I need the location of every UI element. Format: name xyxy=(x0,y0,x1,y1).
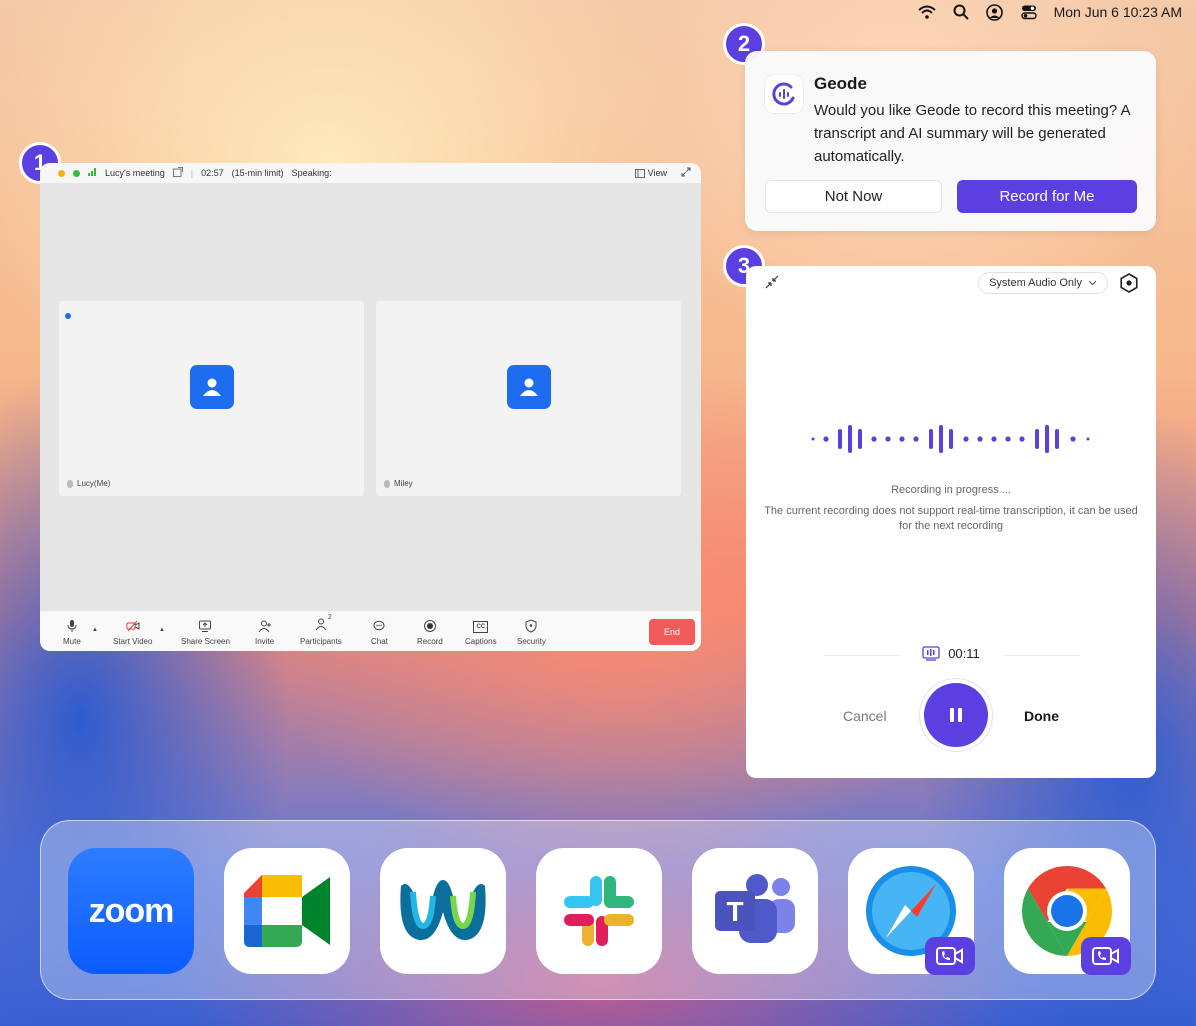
dock-app-safari[interactable] xyxy=(848,848,975,975)
zoom-meeting-window: Lucy's meeting | 02:57 (15-min limit) Sp… xyxy=(40,163,701,651)
done-button[interactable]: Done xyxy=(1024,708,1059,724)
minimize-dot[interactable] xyxy=(58,169,65,177)
search-icon[interactable] xyxy=(952,3,970,21)
user-circle-icon[interactable] xyxy=(986,3,1004,21)
geode-recorder-panel: System Audio Only Recording in progress … xyxy=(746,266,1156,778)
video-phone-icon xyxy=(936,947,963,965)
dock-app-google-meet[interactable] xyxy=(224,848,350,974)
not-now-button[interactable]: Not Now xyxy=(765,180,942,213)
dock-app-webex[interactable] xyxy=(380,848,506,974)
view-button[interactable]: View xyxy=(634,168,667,178)
pause-icon xyxy=(950,708,954,722)
video-call-badge xyxy=(925,937,975,975)
record-button[interactable]: Record xyxy=(417,619,443,646)
view-label: View xyxy=(647,168,667,178)
screen-record-icon xyxy=(922,646,940,661)
recording-note: The current recording does not support r… xyxy=(764,505,1138,532)
avatar xyxy=(190,365,234,409)
menubar-clock: Mon Jun 6 10:23 AM xyxy=(1053,4,1182,20)
speaking-label: Speaking: xyxy=(291,168,332,178)
mute-button[interactable]: Mute xyxy=(63,619,81,646)
video-call-badge xyxy=(1081,937,1131,975)
fullscreen-icon[interactable] xyxy=(681,167,691,179)
menu-bar: Mon Jun 6 10:23 AM xyxy=(0,0,1196,24)
invite-button[interactable]: Invite xyxy=(255,619,274,646)
zoom-title-bar: Lucy's meeting | 02:57 (15-min limit) Sp… xyxy=(40,163,701,183)
audio-waveform xyxy=(811,425,1090,453)
notification-message: Would you like Geode to record this meet… xyxy=(814,102,1130,165)
video-off-icon xyxy=(126,620,140,632)
dock: zoom T xyxy=(40,820,1156,1000)
video-phone-icon xyxy=(1092,947,1119,965)
dock-app-chrome[interactable] xyxy=(1004,848,1131,975)
video-options-caret[interactable]: ▲ xyxy=(159,627,165,633)
participant-tile-miley[interactable]: Miley xyxy=(376,301,681,496)
chat-icon xyxy=(373,620,385,631)
shield-icon xyxy=(525,619,537,633)
participant-name: Miley xyxy=(384,479,413,488)
microsoft-teams-icon: T xyxy=(715,874,795,943)
record-icon xyxy=(423,620,436,632)
chevron-down-icon xyxy=(1088,280,1097,286)
invite-icon xyxy=(258,620,271,633)
geode-logo-icon xyxy=(765,75,803,113)
dock-app-slack[interactable] xyxy=(536,848,662,974)
audio-source-value: System Audio Only xyxy=(989,277,1082,289)
record-for-me-button[interactable]: Record for Me xyxy=(957,180,1137,213)
view-icon xyxy=(634,168,645,178)
zoom-dot[interactable] xyxy=(73,169,80,177)
svg-text:T: T xyxy=(726,896,743,927)
recording-status: Recording in progress ... xyxy=(891,484,1011,496)
slack-icon xyxy=(564,876,634,946)
control-center-icon[interactable] xyxy=(1020,3,1038,21)
collapse-icon[interactable] xyxy=(764,274,780,290)
meeting-elapsed: 02:57 xyxy=(201,168,224,178)
mic-muted-icon xyxy=(67,479,73,488)
recording-timer: 00:11 xyxy=(746,646,1156,661)
geode-notification: Geode Would you like Geode to record thi… xyxy=(745,51,1156,231)
webex-icon xyxy=(400,880,486,941)
avatar xyxy=(507,365,551,409)
captions-icon: CC xyxy=(473,621,489,633)
dock-app-microsoft-teams[interactable]: T xyxy=(692,848,818,974)
pause-button[interactable] xyxy=(924,683,988,747)
captions-button[interactable]: CC Captions xyxy=(465,621,497,646)
end-meeting-button[interactable]: End xyxy=(649,619,695,645)
dock-app-zoom[interactable]: zoom xyxy=(68,848,194,974)
meeting-limit: (15-min limit) xyxy=(231,168,284,178)
share-screen-button[interactable]: Share Screen xyxy=(181,619,230,646)
timer-value: 00:11 xyxy=(948,646,980,661)
zoom-logo: zoom xyxy=(88,891,175,930)
signal-icon xyxy=(88,168,97,178)
settings-icon[interactable] xyxy=(1118,272,1140,294)
mic-icon xyxy=(67,620,77,632)
participants-count: 2 xyxy=(327,614,332,621)
share-screen-icon xyxy=(199,620,212,632)
mute-options-caret[interactable]: ▲ xyxy=(92,627,98,633)
participant-tile-lucy[interactable]: Lucy(Me) xyxy=(59,301,364,496)
google-meet-icon xyxy=(244,875,330,947)
participants-button[interactable]: 2 Participants xyxy=(300,614,342,646)
zoom-toolbar: Mute ▲ Start Video ▲ Share Screen Invite… xyxy=(40,611,701,651)
start-video-button[interactable]: Start Video xyxy=(113,619,152,646)
title-divider: | xyxy=(190,168,194,178)
active-speaker-icon xyxy=(65,306,71,324)
participants-icon xyxy=(315,618,327,631)
security-button[interactable]: Security xyxy=(517,619,546,646)
external-link-icon[interactable] xyxy=(172,167,183,179)
chat-button[interactable]: Chat xyxy=(371,619,388,646)
person-icon xyxy=(203,378,221,396)
cancel-recording-button[interactable]: Cancel xyxy=(843,708,887,724)
person-icon xyxy=(520,378,538,396)
audio-source-select[interactable]: System Audio Only xyxy=(978,272,1108,294)
participant-name: Lucy(Me) xyxy=(67,479,110,488)
meeting-title: Lucy's meeting xyxy=(105,168,165,178)
notification-app-name: Geode xyxy=(814,74,867,93)
wifi-icon[interactable] xyxy=(917,3,936,21)
mic-muted-icon xyxy=(384,479,390,488)
